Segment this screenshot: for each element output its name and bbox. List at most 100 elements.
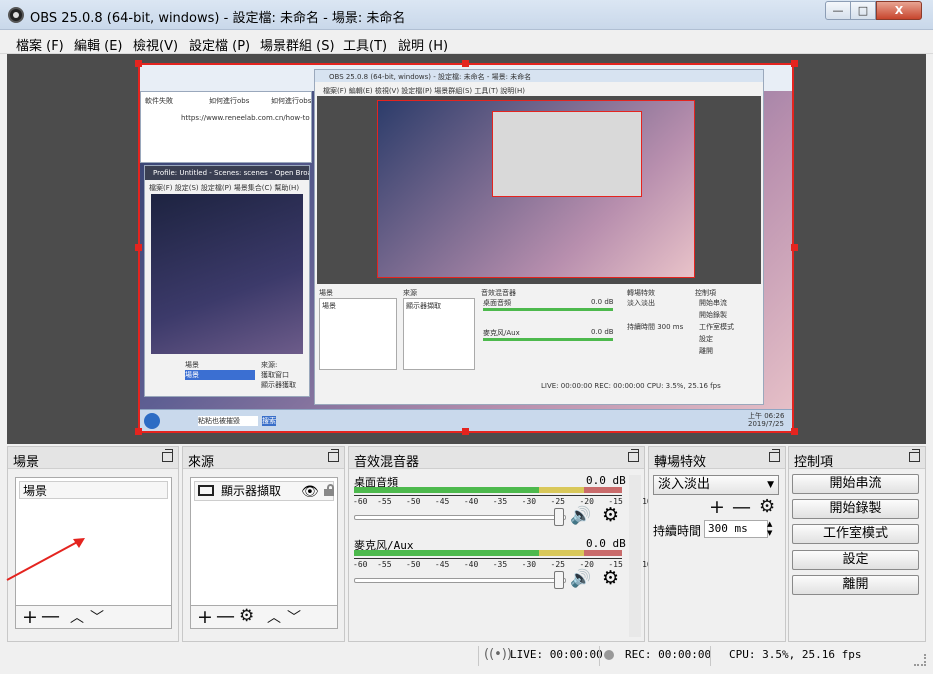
nested-profile-title: Profile: Untitled - Scenes: scenes - Ope… — [153, 169, 309, 177]
resize-handle-b[interactable] — [462, 428, 469, 435]
scenes-toolbar: + — ︿ ﹀ — [15, 605, 172, 629]
volume-slider[interactable] — [354, 515, 566, 520]
eye-icon[interactable]: 👁 — [301, 483, 319, 501]
rec-status: REC: 00:00:00 — [625, 648, 712, 661]
resize-handle-tl[interactable] — [135, 60, 142, 67]
browser-tab-1: 軟件失敗 — [145, 97, 173, 105]
gear-icon[interactable]: ⚙ — [239, 606, 254, 626]
menu-profile[interactable]: 設定檔 (P) — [189, 35, 250, 54]
resize-handle-tr[interactable] — [791, 60, 798, 67]
close-button[interactable]: X — [876, 1, 922, 20]
source-item[interactable]: 顯示器擷取 👁 — [194, 481, 334, 501]
minimize-button[interactable]: — — [825, 1, 851, 20]
transition-select-value: 淡入淡出 — [658, 477, 711, 492]
nested-transition: 淡入淡出 — [627, 299, 655, 307]
volume-slider-thumb[interactable] — [554, 508, 564, 526]
gear-icon[interactable]: ⚙ — [759, 497, 775, 517]
float-icon[interactable] — [162, 449, 173, 462]
menu-edit[interactable]: 編輯 (E) — [74, 35, 123, 54]
nested-profile-menu: 檔案(F) 設定(S) 設定檔(P) 場景集合(C) 幫助(H) — [149, 184, 300, 192]
transition-select[interactable]: 淡入淡出 ▼ — [653, 475, 779, 495]
preview-canvas[interactable]: 軟件失敗 如何進行obs 如何進行obs https://www.reneela… — [7, 54, 926, 444]
add-source-icon[interactable]: + — [197, 607, 213, 627]
nested-mixer-2: 麥克风/Aux — [483, 329, 520, 337]
gear-icon[interactable]: ⚙ — [602, 567, 619, 589]
float-icon[interactable] — [909, 449, 920, 462]
scene-item[interactable]: 場景 — [19, 481, 168, 499]
window-title: OBS 25.0.8 (64-bit, windows) - 設定檔: 未命名 … — [30, 11, 406, 26]
live-status: LIVE: 00:00:00 — [510, 648, 603, 661]
chevron-down-icon: ▼ — [767, 480, 774, 490]
nested-dock-sources: 來源 — [403, 289, 417, 297]
volume-slider[interactable] — [354, 578, 566, 583]
mixer-channel-db: 0.0 dB — [586, 474, 626, 487]
nested-mixer-1: 桌面音頻 — [483, 299, 511, 307]
source-item-label: 顯示器擷取 — [221, 484, 282, 498]
taskbar-search: 粘粘也被摧毀 — [198, 416, 258, 426]
add-scene-icon[interactable]: + — [22, 607, 38, 627]
resize-handle-bl[interactable] — [135, 428, 142, 435]
menu-help[interactable]: 說明 (H) — [398, 35, 448, 54]
taskbar-date: 2019/7/25 — [748, 420, 784, 428]
menu-bar: 檔案 (F) 編輯 (E) 檢視(V) 設定檔 (P) 場景群組 (S) 工具(… — [0, 30, 933, 54]
move-down-icon[interactable]: ﹀ — [287, 608, 301, 628]
display-capture-source[interactable]: 軟件失敗 如何進行obs 如何進行obs https://www.reneela… — [138, 63, 794, 433]
nested-scene-row: 場景 — [322, 302, 336, 310]
nested-mixer-2-db: 0.0 dB — [591, 328, 614, 336]
browser-tab-2: 如何進行obs — [209, 97, 250, 105]
title-bar: OBS 25.0.8 (64-bit, windows) - 設定檔: 未命名 … — [0, 0, 933, 30]
audio-mixer-title: 音效混音器 — [354, 455, 420, 470]
browser-tab-3: 如何進行obs — [271, 97, 311, 105]
studio-mode-button[interactable]: 工作室模式 — [792, 524, 919, 544]
broadcast-icon: ((•)) — [484, 647, 512, 662]
audio-mixer-dock: 音效混音器 桌面音頻 0.0 dB -60 -55 -50 -45 -40 -3… — [348, 446, 700, 642]
speaker-icon[interactable]: 🔊 — [570, 506, 591, 526]
unlock-icon[interactable] — [323, 484, 334, 496]
remove-transition-icon[interactable]: — — [732, 497, 751, 517]
remove-source-icon[interactable]: — — [216, 606, 235, 626]
menu-file[interactable]: 檔案 (F) — [16, 35, 64, 54]
volume-slider-thumb[interactable] — [554, 571, 564, 589]
float-icon[interactable] — [628, 449, 639, 462]
resize-handle-br[interactable] — [791, 428, 798, 435]
move-up-icon[interactable]: ︿ — [70, 608, 84, 628]
sources-dock: 來源 顯示器擷取 👁 + — ⚙ ︿ ﹀ — [182, 446, 345, 642]
start-recording-button[interactable]: 開始錄製 — [792, 499, 919, 519]
nested-ctl-4: 設定 — [699, 335, 713, 343]
menu-view[interactable]: 檢視(V) — [133, 35, 178, 54]
nested-scene-item: 場景 — [185, 370, 255, 380]
settings-button[interactable]: 設定 — [792, 550, 919, 570]
controls-title: 控制項 — [794, 455, 834, 470]
mixer-channel-db: 0.0 dB — [586, 537, 626, 550]
monitor-icon — [198, 485, 214, 496]
volume-meter — [354, 550, 622, 556]
move-up-icon[interactable]: ︿ — [267, 608, 281, 628]
resize-grip-icon[interactable] — [914, 654, 926, 666]
nested-source-row: 顯示器擷取 — [406, 302, 441, 310]
move-down-icon[interactable]: ﹀ — [90, 608, 104, 628]
nested-profile-window: Profile: Untitled - Scenes: scenes - Ope… — [144, 165, 310, 397]
nested-ctl-5: 離開 — [699, 347, 713, 355]
resize-handle-t[interactable] — [462, 60, 469, 67]
remove-scene-icon[interactable]: — — [41, 606, 60, 626]
float-icon[interactable] — [769, 449, 780, 462]
nested-source-1: 獲取窗口 — [261, 371, 289, 379]
resize-handle-r[interactable] — [791, 244, 798, 251]
resize-handle-l[interactable] — [135, 244, 142, 251]
maximize-button[interactable]: □ — [850, 1, 876, 20]
menu-tools[interactable]: 工具(T) — [343, 35, 387, 54]
nested-obs-title: OBS 25.0.8 (64-bit, windows) - 設定檔: 未命名 … — [329, 73, 532, 81]
nested-dock-controls: 控制項 — [695, 289, 716, 297]
sources-list[interactable]: 顯示器擷取 👁 — [190, 477, 338, 607]
duration-input[interactable]: 300 ms — [704, 520, 768, 538]
start-streaming-button[interactable]: 開始串流 — [792, 474, 919, 494]
mixer-scrollbar[interactable] — [629, 475, 641, 637]
duration-spinner[interactable]: ▲ ▼ — [767, 520, 777, 538]
nested-obs-window: OBS 25.0.8 (64-bit, windows) - 設定檔: 未命名 … — [314, 69, 764, 405]
add-transition-icon[interactable]: + — [709, 497, 725, 517]
menu-scene-collection[interactable]: 場景群組 (S) — [260, 35, 335, 54]
float-icon[interactable] — [328, 449, 339, 462]
exit-button[interactable]: 離開 — [792, 575, 919, 595]
speaker-icon[interactable]: 🔊 — [570, 569, 591, 589]
gear-icon[interactable]: ⚙ — [602, 504, 619, 526]
